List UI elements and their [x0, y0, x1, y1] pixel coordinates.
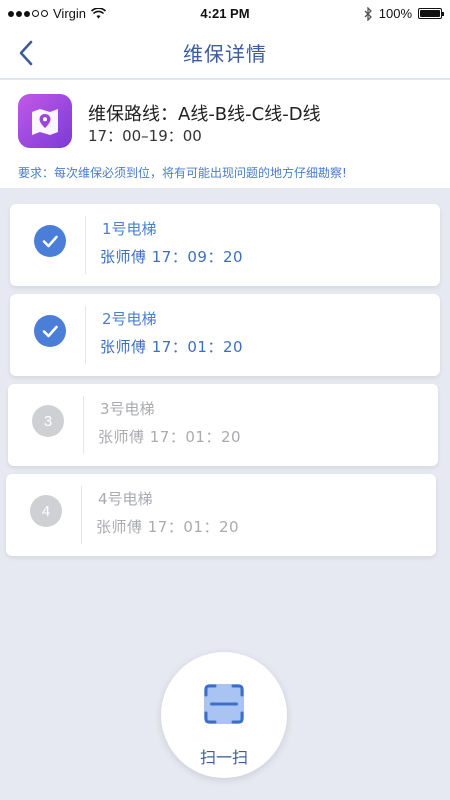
route-requirement: 要求：每次维保必须到位，将有可能出现问题的地方仔细勘察!: [18, 166, 347, 180]
page-title: 维保详情: [183, 42, 267, 66]
status-bar: Virgin 4:21 PM 100%: [0, 0, 450, 28]
scan-button[interactable]: 扫一扫: [161, 652, 287, 778]
route-title: 维保路线：A线-B线-C线-D线: [88, 104, 321, 125]
card-divider: [85, 306, 86, 364]
elevator-name: 1号电梯: [102, 220, 157, 238]
battery-icon: [418, 8, 444, 19]
check-icon: [34, 225, 66, 257]
card-divider: [85, 216, 86, 274]
elevator-card-4[interactable]: 4 4号电梯 张师傅 17：01：20: [6, 474, 436, 556]
elevator-card-1[interactable]: 1号电梯 张师傅 17：09：20: [10, 204, 440, 286]
battery-fill: [420, 10, 440, 17]
nav-bar: 维保详情: [0, 28, 450, 79]
step-number-badge: 4: [30, 495, 62, 527]
elevator-card-2[interactable]: 2号电梯 张师傅 17：01：20: [10, 294, 440, 376]
elevator-name: 3号电梯: [100, 400, 155, 418]
elevator-detail: 张师傅 17：01：20: [100, 338, 244, 356]
elevator-detail: 张师傅 17：01：20: [96, 518, 240, 536]
step-number-badge: 3: [32, 405, 64, 437]
card-divider: [81, 486, 82, 544]
elevator-name: 2号电梯: [102, 310, 157, 328]
scan-label: 扫一扫: [199, 748, 248, 767]
elevator-name: 4号电梯: [98, 490, 153, 508]
bluetooth-icon: [364, 6, 372, 21]
card-divider: [83, 396, 84, 454]
route-info: 维保路线：A线-B线-C线-D线 17：00–19：00 要求：每次维保必须到位…: [0, 80, 450, 188]
check-icon: [34, 315, 66, 347]
map-icon: [18, 94, 72, 148]
route-time: 17：00–19：00: [88, 127, 202, 145]
battery-percent: 100%: [378, 6, 412, 21]
elevator-card-3[interactable]: 3 3号电梯 张师傅 17：01：20: [8, 384, 438, 466]
status-right: 100%: [364, 6, 444, 21]
scan-icon: [204, 684, 244, 724]
elevator-detail: 张师傅 17：09：20: [100, 248, 244, 266]
elevator-detail: 张师傅 17：01：20: [98, 428, 242, 446]
